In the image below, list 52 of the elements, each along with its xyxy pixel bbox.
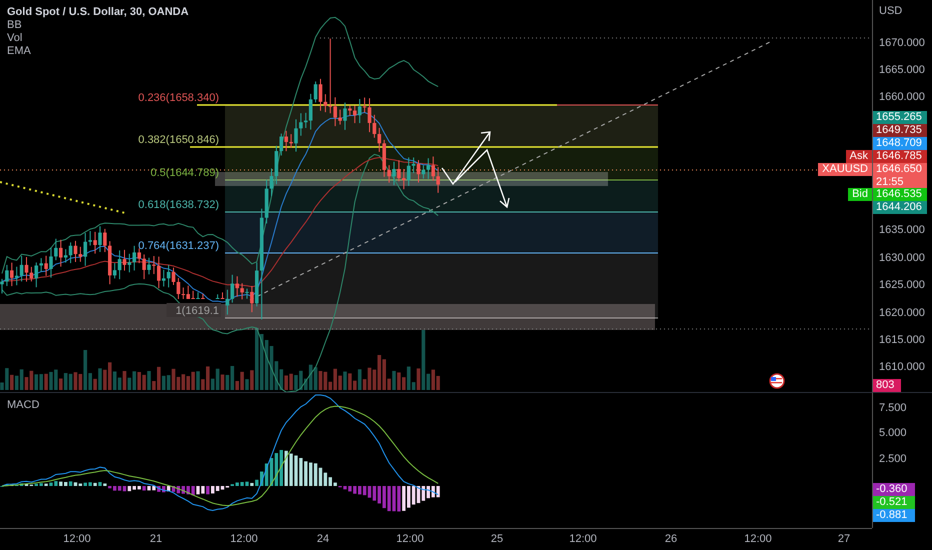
time-tick: 24: [316, 533, 330, 545]
indicator-label[interactable]: BB: [7, 19, 189, 31]
arrow: [441, 131, 491, 186]
time-tick: 26: [664, 533, 678, 545]
price-tag: Bid: [848, 188, 872, 201]
price-tick: 1635.000: [879, 224, 925, 237]
time-tick: 12:00: [63, 533, 91, 545]
price-label: 1646.535: [873, 188, 927, 201]
macd-value-label: -0.881: [873, 509, 915, 522]
indicator-label[interactable]: MACD: [7, 399, 40, 411]
price-tag: XAUUSD: [818, 163, 872, 176]
time-tick: 25: [490, 533, 504, 545]
time-tick: 27: [838, 533, 850, 545]
time-tick: 12:00: [569, 533, 597, 545]
time-tick: 12:00: [396, 533, 424, 545]
time-tick: 12:00: [230, 533, 258, 545]
price-label: 1644.206: [873, 201, 927, 214]
time-tick: 12:00: [744, 533, 772, 545]
price-tick: 1625.000: [879, 279, 925, 292]
price-label: 1646.650: [873, 163, 927, 176]
indicator-label[interactable]: EMA: [7, 45, 189, 57]
indicator-label[interactable]: Vol: [7, 32, 189, 44]
price-tick: 1665.000: [879, 64, 925, 77]
price-label: 1649.735: [873, 124, 927, 137]
price-label: 1646.785: [873, 150, 927, 163]
fib-level-label: 0.236(1658.340): [138, 92, 219, 104]
time-tick: 21: [150, 533, 162, 545]
price-label: 1648.709: [873, 137, 927, 150]
macd-value-label: -0.521: [873, 496, 915, 509]
price-tick: 1660.000: [879, 91, 925, 104]
fib-level-label: 0.5(1644.789): [150, 167, 219, 179]
price-tick: 1620.000: [879, 307, 925, 320]
price-tick: 1610.000: [879, 361, 925, 374]
price-tick: 1615.000: [879, 334, 925, 347]
arrow: [454, 148, 510, 208]
countdown-timer: 21:55: [873, 176, 927, 188]
macd-tick: 2.500: [879, 453, 907, 466]
fib-level-label: 0.764(1631.237): [138, 240, 219, 252]
price-label: 1655.265: [873, 111, 927, 124]
fib-level-label: 1(1619.1: [176, 305, 219, 317]
price-tick: 1630.000: [879, 252, 925, 265]
macd-value-label: -0.360: [873, 483, 915, 496]
fib-level-label: 0.382(1650.846): [138, 134, 219, 146]
price-tick: 1670.000: [879, 37, 925, 50]
chart-title: Gold Spot / U.S. Dollar, 30, OANDA: [7, 6, 189, 18]
fib-level-label: 0.618(1638.732): [138, 199, 219, 211]
currency-label: USD: [879, 5, 902, 18]
macd-tick: 7.500: [879, 402, 907, 415]
macd-tick: 5.000: [879, 427, 907, 440]
flag-icon: [769, 373, 785, 389]
volume-label: 803: [873, 379, 901, 392]
price-tag: Ask: [846, 150, 872, 163]
